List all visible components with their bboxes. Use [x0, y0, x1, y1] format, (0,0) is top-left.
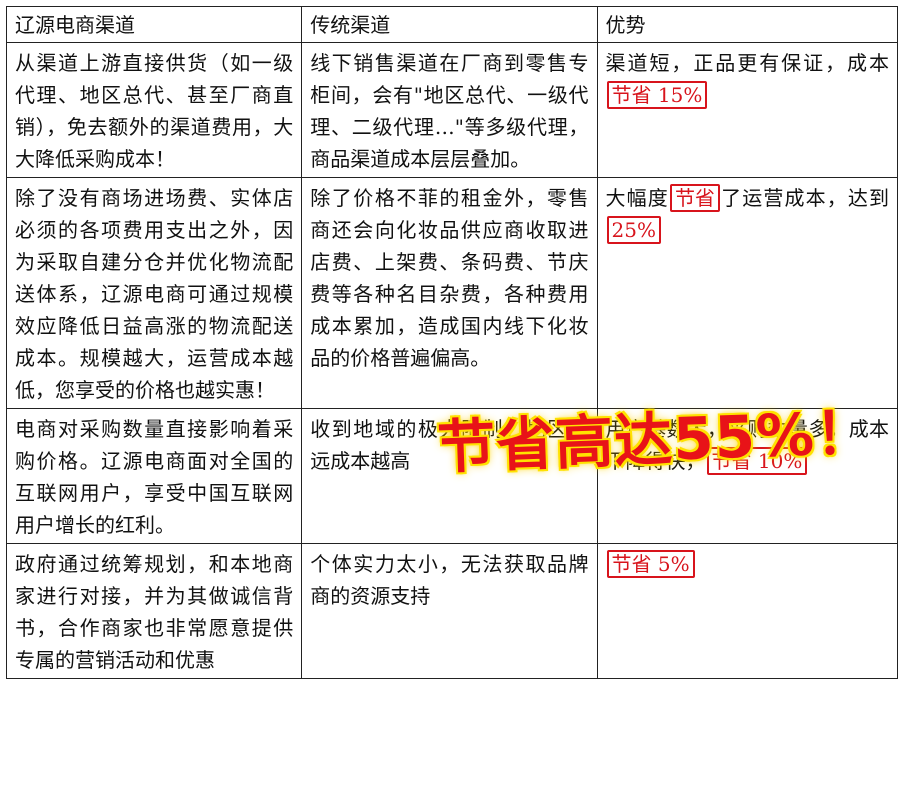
- cell-ecommerce: 政府通过统筹规划，和本地商家进行对接，并为其做诚信背书，合作商家也非常愿意提供专…: [5, 543, 303, 679]
- savings-badge: 节省: [669, 184, 720, 212]
- cell-advantage: 渠道短，正品更有保证，成本节省 15%: [596, 42, 899, 178]
- cell-ecommerce: 电商对采购数量直接影响着采购价格。辽源电商面对全国的互联网用户，享受中国互联网用…: [5, 408, 303, 544]
- cell-advantage: 节省 5%: [596, 543, 899, 679]
- advantage-text: 大幅度: [605, 186, 669, 210]
- cell-advantage: 大幅度 节省 了运营成本，达到 25%: [596, 177, 899, 409]
- cell-traditional: 除了价格不菲的租金外，零售商还会向化妆品供应商收取进店费、上架费、条码费、节庆费…: [301, 177, 598, 409]
- cell-ecommerce: 从渠道上游直接供货（如一级代理、地区总代、甚至厂商直销），免去额外的渠道费用，大…: [5, 42, 303, 178]
- comparison-table: 辽源电商渠道 传统渠道 优势 从渠道上游直接供货（如一级代理、地区总代、甚至厂商…: [5, 6, 899, 679]
- table-row: 除了没有商场进场费、实体店必须的各项费用支出之外，因为采取自建分仓并优化物流配送…: [5, 177, 899, 409]
- header-ecommerce: 辽源电商渠道: [5, 6, 303, 43]
- header-traditional: 传统渠道: [301, 6, 598, 43]
- header-advantage: 优势: [596, 6, 899, 43]
- cell-traditional: 线下销售渠道在厂商到零售专柜间，会有"地区总代、一级代理、二级代理…"等多级代理…: [301, 42, 598, 178]
- cell-traditional: 个体实力太小，无法获取品牌商的资源支持: [301, 543, 598, 679]
- savings-badge: 节省 5%: [606, 550, 695, 578]
- savings-badge: 节省 15%: [606, 81, 708, 109]
- header-row: 辽源电商渠道 传统渠道 优势: [5, 6, 899, 43]
- cell-ecommerce: 除了没有商场进场费、实体店必须的各项费用支出之外，因为采取自建分仓并优化物流配送…: [5, 177, 303, 409]
- savings-badge: 25%: [606, 216, 661, 244]
- advantage-text: 渠道短，正品更有保证，成本: [605, 51, 889, 75]
- advantage-text: 了运营成本，达到: [719, 186, 890, 210]
- table-row: 从渠道上游直接供货（如一级代理、地区总代、甚至厂商直销），免去额外的渠道费用，大…: [5, 42, 899, 178]
- table-row: 政府通过统筹规划，和本地商家进行对接，并为其做诚信背书，合作商家也非常愿意提供专…: [5, 543, 899, 679]
- savings-overlay-headline: 节省高达55%！: [436, 398, 876, 482]
